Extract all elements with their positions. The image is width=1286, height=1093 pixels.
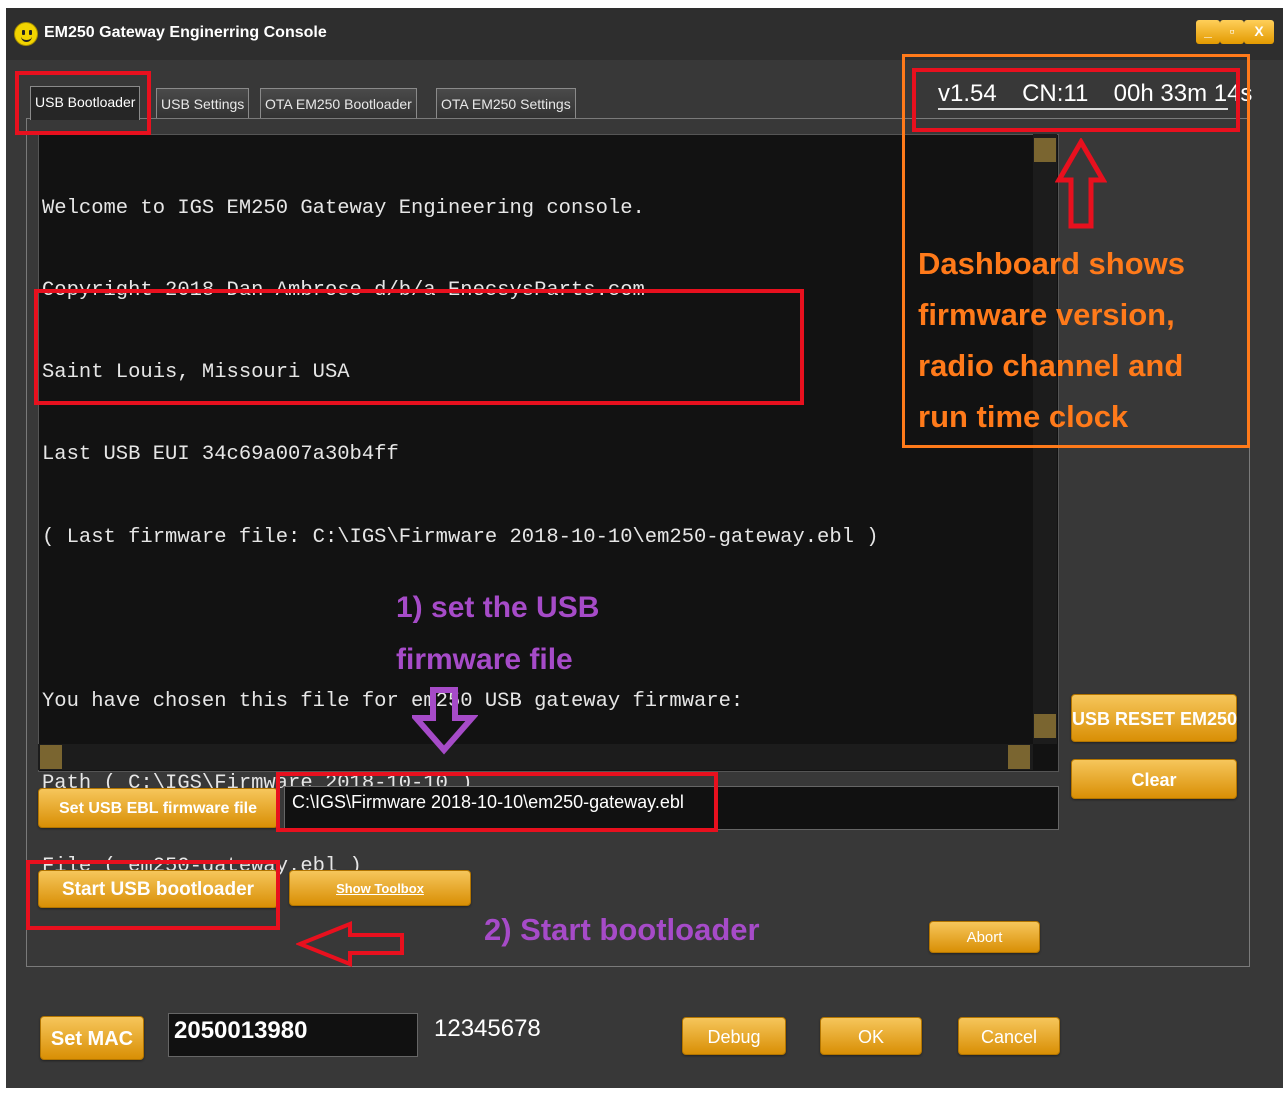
close-button[interactable]: X [1244, 20, 1274, 44]
tab-ota-em250-bootloader[interactable]: OTA EM250 Bootloader [260, 88, 417, 118]
clear-button[interactable]: Clear [1071, 759, 1237, 799]
console-line: ( Last firmware file: C:\IGS\Firmware 20… [42, 525, 879, 549]
minimize-button[interactable]: _ [1196, 20, 1220, 44]
step1-line: firmware file [396, 643, 573, 676]
ok-button[interactable]: OK [820, 1017, 922, 1055]
serial-number-label: 12345678 [434, 1015, 541, 1042]
console-line: Last USB EUI 34c69a007a30b4ff [42, 443, 399, 467]
left-arrow-icon [296, 921, 404, 967]
set-mac-button[interactable]: Set MAC [40, 1016, 144, 1060]
scroll-left-arrow-icon[interactable] [40, 745, 62, 769]
highlight-box-firmware-path [276, 772, 718, 832]
tab-ota-em250-settings[interactable]: OTA EM250 Settings [436, 88, 576, 118]
debug-button[interactable]: Debug [682, 1017, 786, 1055]
set-usb-ebl-firmware-button[interactable]: Set USB EBL firmware file [38, 788, 278, 828]
abort-button[interactable]: Abort [929, 921, 1040, 953]
dashboard-note-line: run time clock [918, 399, 1129, 434]
window-title: EM250 Gateway Enginerring Console [44, 24, 327, 41]
step2-annotation: 2) Start bootloader [484, 912, 760, 947]
dashboard-note: Dashboard shows firmware version, radio … [918, 238, 1185, 442]
show-toolbox-button[interactable]: Show Toolbox [289, 870, 471, 906]
dashboard-note-line: Dashboard shows [918, 246, 1185, 281]
smiley-app-icon [14, 22, 38, 46]
step1-line: 1) set the USB [396, 591, 600, 624]
dashboard-note-line: firmware version, [918, 297, 1175, 332]
horizontal-scrollbar[interactable] [38, 744, 1033, 770]
mac-input[interactable]: 2050013980 [174, 1017, 307, 1045]
scroll-right-arrow-icon[interactable] [1008, 745, 1030, 769]
down-arrow-icon [412, 687, 478, 755]
console-line: You have chosen this file for em250 USB … [42, 690, 744, 714]
step1-annotation: 1) set the USB firmware file [396, 582, 599, 686]
highlight-box-tab [15, 71, 151, 135]
cancel-button[interactable]: Cancel [958, 1017, 1060, 1055]
console-line: Welcome to IGS EM250 Gateway Engineering… [42, 196, 645, 220]
highlight-box-chosen-file [34, 289, 804, 405]
dashboard-note-line: radio channel and [918, 348, 1184, 383]
tab-usb-settings[interactable]: USB Settings [156, 88, 250, 118]
maximize-button[interactable]: ▫ [1220, 20, 1244, 44]
up-arrow-icon [1055, 138, 1107, 229]
usb-reset-em250-button[interactable]: USB RESET EM250 [1071, 694, 1237, 742]
highlight-box-start-button [26, 860, 280, 930]
scroll-down-arrow-icon[interactable] [1034, 714, 1056, 738]
